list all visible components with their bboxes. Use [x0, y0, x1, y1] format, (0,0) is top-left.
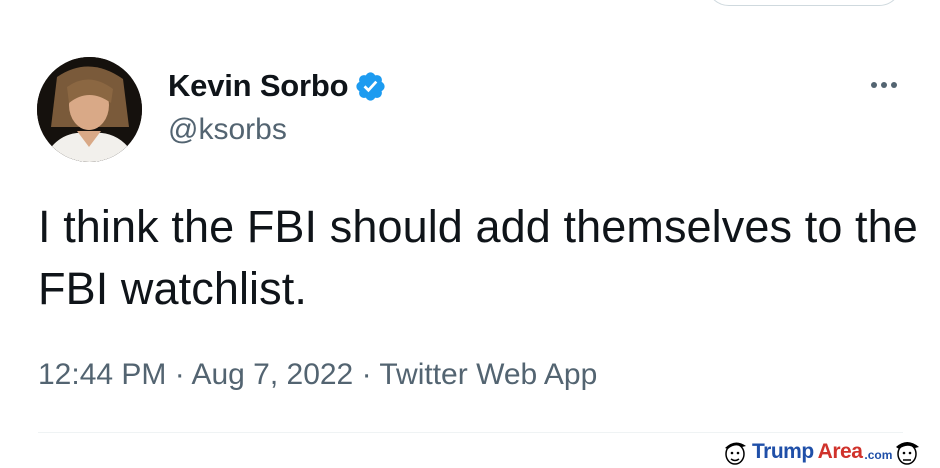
- ellipsis-icon: [891, 82, 897, 88]
- watermark-brand-part1: Trump: [752, 440, 814, 463]
- caricature-face-icon: [725, 442, 746, 465]
- author-name-row[interactable]: Kevin Sorbo: [168, 68, 387, 104]
- avatar[interactable]: [37, 57, 142, 162]
- watermark-suffix: .com: [864, 448, 893, 462]
- watermark-brand-part2: Area: [817, 440, 863, 463]
- meta-separator: ·: [174, 358, 192, 391]
- top-pill-button[interactable]: [706, 0, 902, 6]
- divider: [38, 432, 903, 433]
- verified-badge-icon: [356, 71, 385, 101]
- author-handle[interactable]: @ksorbs: [168, 113, 287, 147]
- caricature-face-icon: [896, 442, 920, 465]
- profile-photo-icon: [37, 57, 142, 162]
- tweet-date[interactable]: Aug 7, 2022: [191, 358, 353, 391]
- ellipsis-icon: [881, 82, 887, 88]
- more-options-button[interactable]: [860, 70, 908, 100]
- tweet-time[interactable]: 12:44 PM: [38, 358, 166, 391]
- tweet-metadata: 12:44 PM · Aug 7, 2022 · Twitter Web App: [38, 358, 597, 392]
- meta-separator: ·: [361, 358, 380, 391]
- author-display-name[interactable]: Kevin Sorbo: [168, 68, 349, 104]
- watermark-logo: Trump Area .com: [720, 438, 922, 466]
- tweet-text: I think the FBI should add themselves to…: [38, 201, 918, 314]
- tweet-source[interactable]: Twitter Web App: [379, 358, 597, 391]
- ellipsis-icon: [871, 82, 877, 88]
